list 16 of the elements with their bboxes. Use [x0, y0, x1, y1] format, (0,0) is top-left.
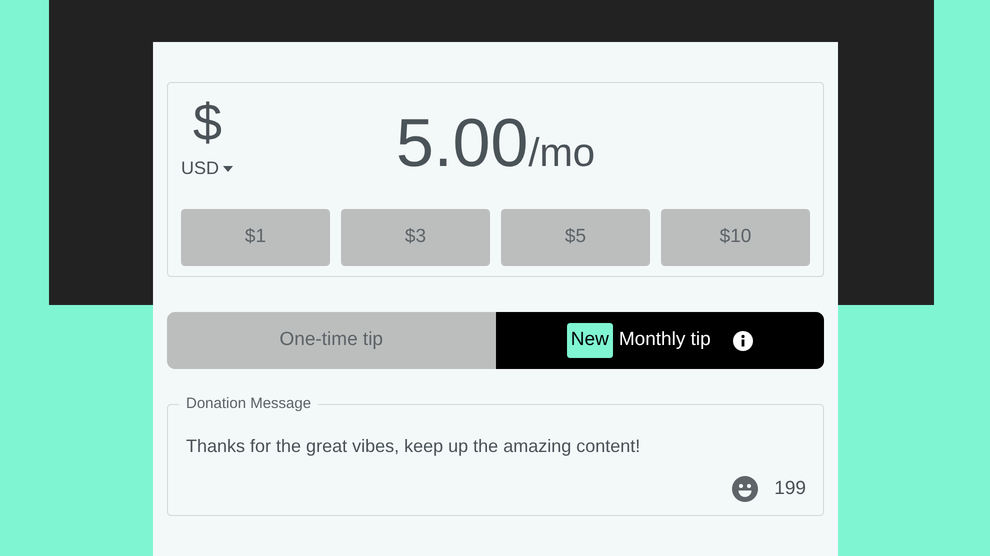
currency-dropdown[interactable]: USD [181, 155, 234, 182]
tip-type-tab[interactable]: One-time tip [167, 312, 496, 369]
message-text: Thanks for the great vibes, keep up the amazing content! [186, 435, 642, 458]
caret-icon [223, 166, 234, 172]
preset-amount-button[interactable]: $5 [501, 209, 650, 266]
character-counter: 199 [774, 476, 806, 500]
amount-value: 5.00 [396, 109, 528, 177]
field-label: Donation Message [179, 394, 318, 414]
tip-type-tab[interactable]: New Monthly tip [496, 312, 824, 369]
preset-amount-button[interactable]: $10 [661, 209, 810, 266]
period-label: /mo [528, 133, 596, 173]
preset-amount-button[interactable]: $3 [341, 209, 490, 266]
preset-amount-button[interactable]: $1 [181, 209, 330, 266]
currency-symbol: $ [193, 97, 222, 149]
new-badge: New [566, 323, 613, 358]
smiley-icon[interactable] [732, 476, 758, 502]
